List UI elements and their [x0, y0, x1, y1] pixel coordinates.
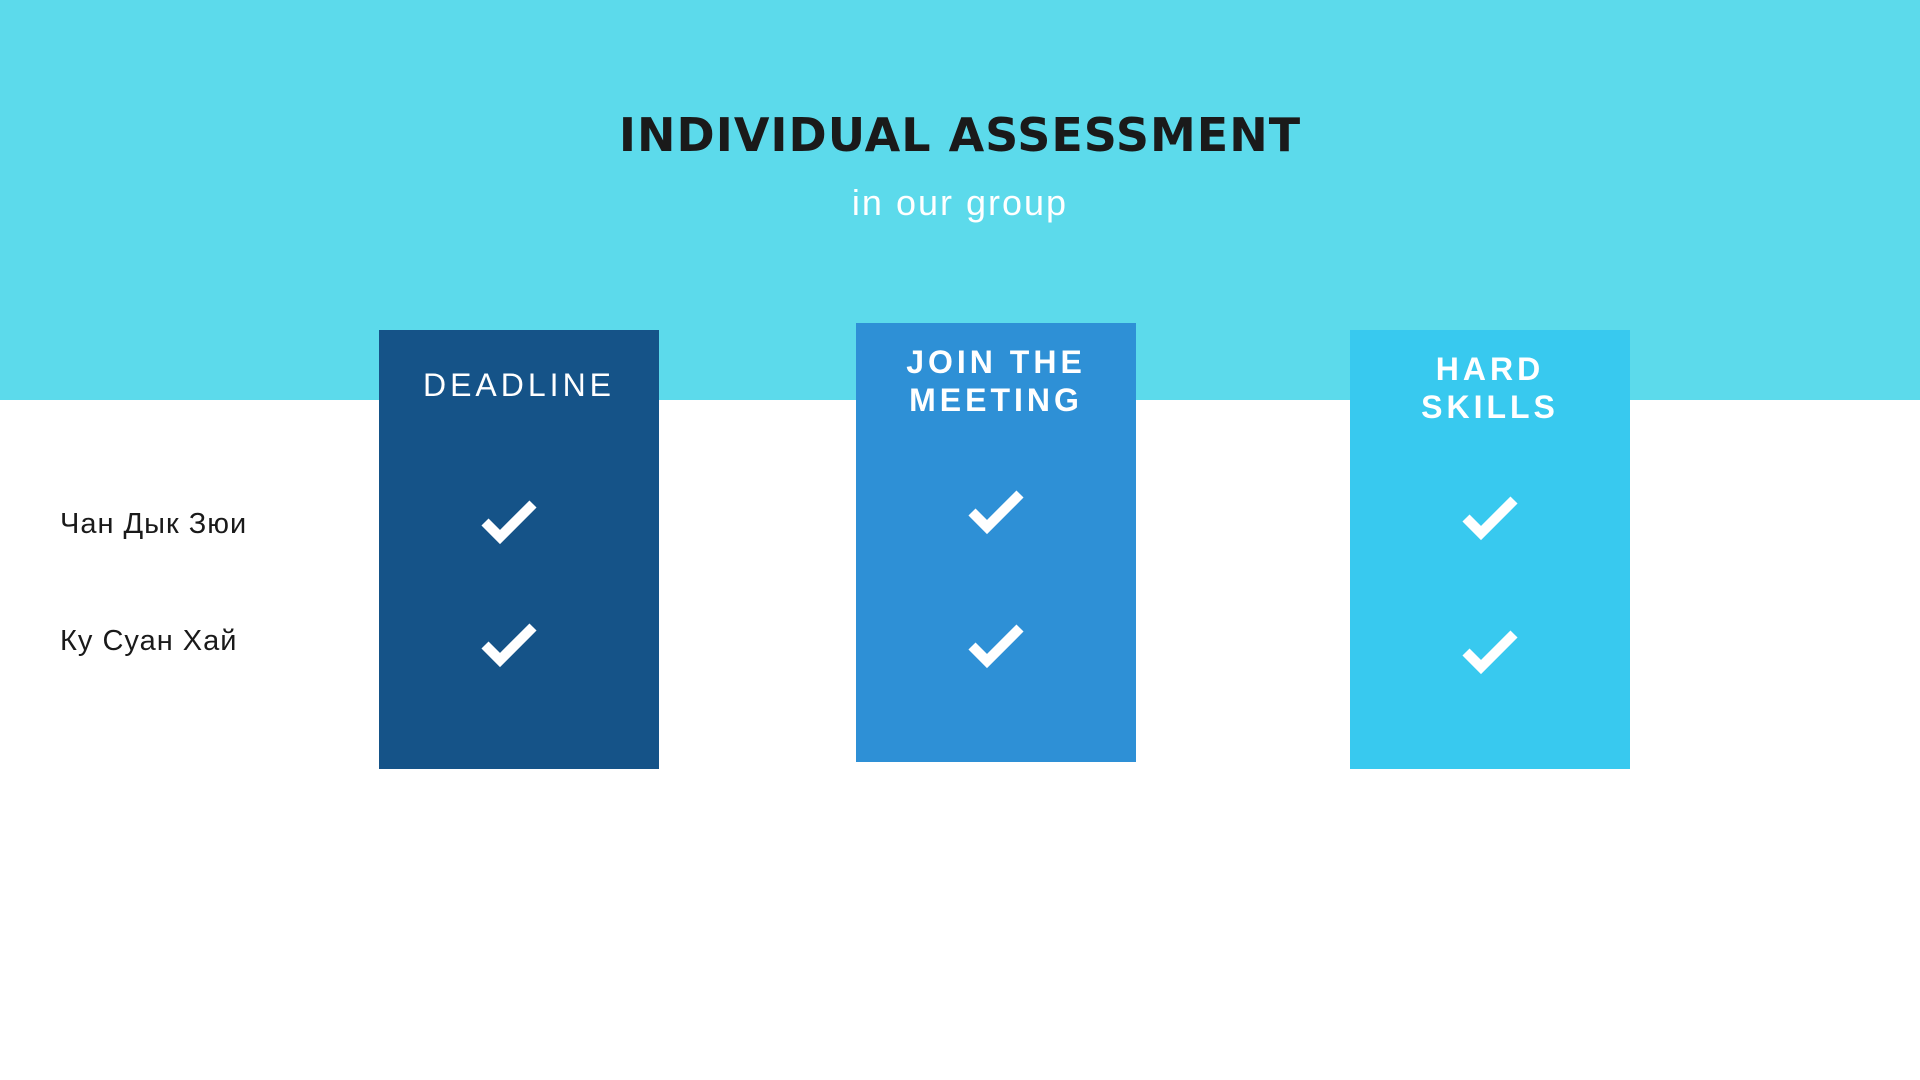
check-icon — [968, 490, 1024, 535]
member-name: Ку Суан Хай — [60, 625, 238, 657]
check-icon — [1462, 630, 1518, 675]
check-icon — [1462, 496, 1518, 541]
column-hard-skills: HARD SKILLS — [1350, 330, 1630, 769]
column-header-join-meeting: JOIN THE MEETING — [906, 344, 1086, 418]
check-icon — [968, 624, 1024, 669]
check-icon — [481, 623, 537, 668]
check-icon — [481, 500, 537, 545]
column-header-hard-skills: HARD SKILLS — [1421, 351, 1559, 425]
slide-title: INDIVIDUAL ASSESSMENT — [618, 108, 1302, 162]
column-header-deadline: DEADLINE — [422, 367, 616, 403]
column-deadline: DEADLINE — [379, 330, 659, 769]
column-join-meeting: JOIN THE MEETING — [856, 323, 1136, 762]
member-name: Чан Дык Зюи — [60, 508, 248, 540]
slide-subtitle: in our group — [851, 182, 1069, 223]
slide: INDIVIDUAL ASSESSMENT in our group DEADL… — [0, 0, 1920, 1080]
